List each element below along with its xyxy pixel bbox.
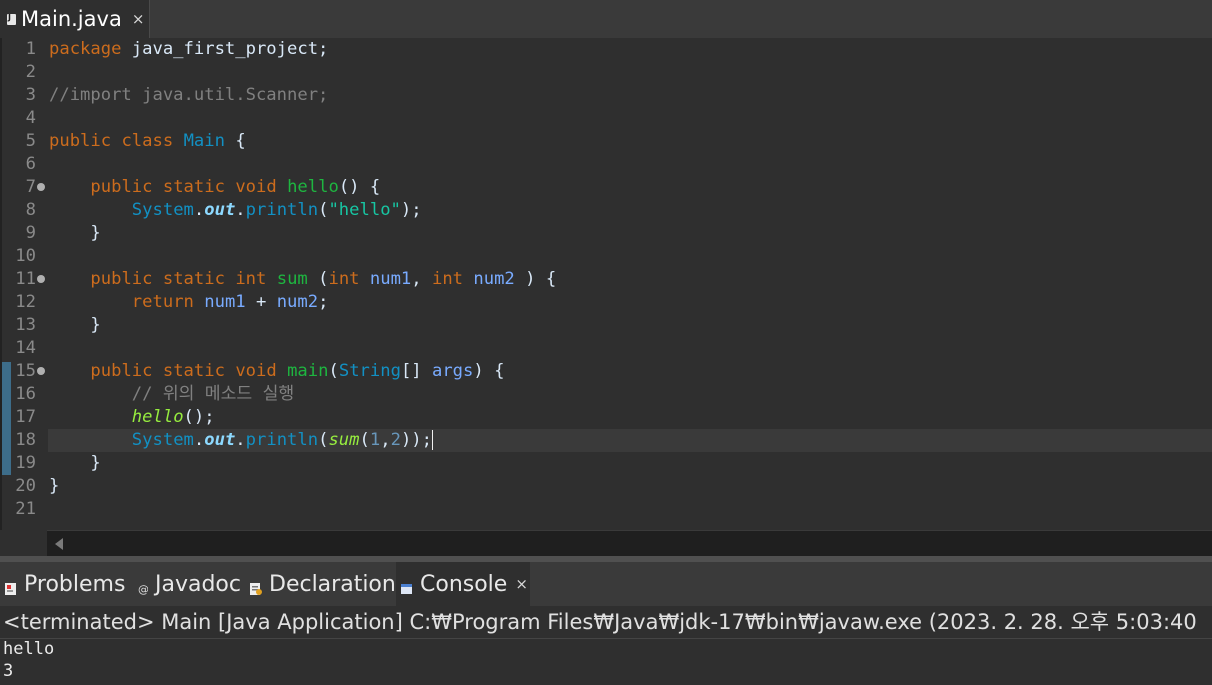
code-editor[interactable]: 1 package java_first_project; 2 3 //import… (0, 38, 1212, 530)
code-line[interactable]: 5 public class Main { (0, 130, 1212, 153)
line-number: 10 (15, 246, 36, 266)
comment: // 위의 메소드 실행 (49, 384, 295, 404)
tab-label: Javadoc (155, 571, 241, 597)
tab-label: Problems (24, 571, 126, 597)
code-line[interactable]: 19 } (0, 452, 1212, 475)
code-line[interactable]: 6 (0, 153, 1212, 176)
code-line[interactable]: 16 // 위의 메소드 실행 (0, 383, 1212, 406)
fold-icon[interactable] (37, 183, 45, 191)
scroll-left-icon[interactable] (55, 538, 63, 550)
problems-icon (4, 577, 17, 595)
tab-label: Console (420, 571, 508, 597)
code-line[interactable]: 12 return num1 + num2; (0, 291, 1212, 314)
line-number: 7 (25, 177, 36, 197)
console-output-line[interactable]: 3 (3, 660, 13, 682)
line-number: 16 (15, 384, 36, 404)
tab-javadoc[interactable]: @ Javadoc (138, 562, 241, 606)
comment: //import java.util.Scanner; (49, 85, 329, 105)
java-file-icon (7, 13, 16, 25)
svg-text:@: @ (138, 583, 148, 596)
code-line[interactable]: 4 (0, 107, 1212, 130)
tab-label: Declaration (269, 571, 396, 597)
code-line[interactable]: 8 System.out.println("hello"); (0, 199, 1212, 222)
fold-icon[interactable] (37, 367, 45, 375)
code-line[interactable]: 1 package java_first_project; (0, 38, 1212, 61)
line-number: 1 (25, 39, 36, 59)
line-number: 19 (15, 453, 36, 473)
close-icon[interactable]: × (515, 575, 528, 593)
line-number: 21 (15, 499, 36, 519)
code-line[interactable]: 3 //import java.util.Scanner; (0, 84, 1212, 107)
declaration-icon (249, 577, 262, 595)
tab-console[interactable]: Console × (396, 562, 530, 606)
line-number: 11 (15, 269, 36, 289)
line-number: 8 (25, 200, 36, 220)
line-number: 6 (25, 154, 36, 174)
line-number: 2 (25, 62, 36, 82)
code-line[interactable]: 10 (0, 245, 1212, 268)
editor-tab-bar: Main.java × (0, 0, 1212, 39)
fold-icon[interactable] (37, 275, 45, 283)
code-line[interactable]: 14 (0, 337, 1212, 360)
line-number: 14 (15, 338, 36, 358)
editor-tab-main-java[interactable]: Main.java × (0, 0, 150, 38)
javadoc-icon: @ (138, 577, 149, 596)
line-number: 15 (15, 361, 36, 381)
code-line[interactable]: 20} (0, 475, 1212, 498)
code-line[interactable]: 21 (0, 498, 1212, 521)
tab-declaration[interactable]: Declaration (249, 562, 396, 606)
console-status: <terminated> Main [Java Application] C:₩… (0, 606, 1212, 639)
line-number: 17 (15, 407, 36, 427)
view-tab-bar: Problems @ Javadoc Declaration Console × (0, 562, 1212, 606)
line-number: 9 (25, 223, 36, 243)
text-caret (431, 430, 433, 450)
line-number: 18 (15, 430, 36, 450)
line-number: 3 (25, 85, 36, 105)
line-number: 13 (15, 315, 36, 335)
line-number: 4 (25, 108, 36, 128)
code-line[interactable]: 7 public static void hello() { (0, 176, 1212, 199)
console-icon (400, 577, 413, 594)
code-line[interactable]: 13 } (0, 314, 1212, 337)
line-number: 5 (25, 131, 36, 151)
code-line[interactable]: 17 hello(); (0, 406, 1212, 429)
current-code-line[interactable]: 18 System.out.println(sum(1,2)); (15, 429, 1212, 452)
close-icon[interactable]: × (132, 10, 145, 28)
console-output-line[interactable]: hello (3, 638, 54, 660)
code-line[interactable]: 9 } (0, 222, 1212, 245)
horizontal-scrollbar[interactable] (47, 530, 1212, 557)
line-number: 20 (15, 476, 36, 496)
code-line[interactable]: 15 public static void main(String[] args… (0, 360, 1212, 383)
code-line[interactable]: 11 public static int sum (int num1, int … (0, 268, 1212, 291)
line-number: 12 (15, 292, 36, 312)
editor-tab-title: Main.java (21, 7, 122, 31)
tab-problems[interactable]: Problems (4, 562, 125, 606)
code-line[interactable]: 2 (0, 61, 1212, 84)
